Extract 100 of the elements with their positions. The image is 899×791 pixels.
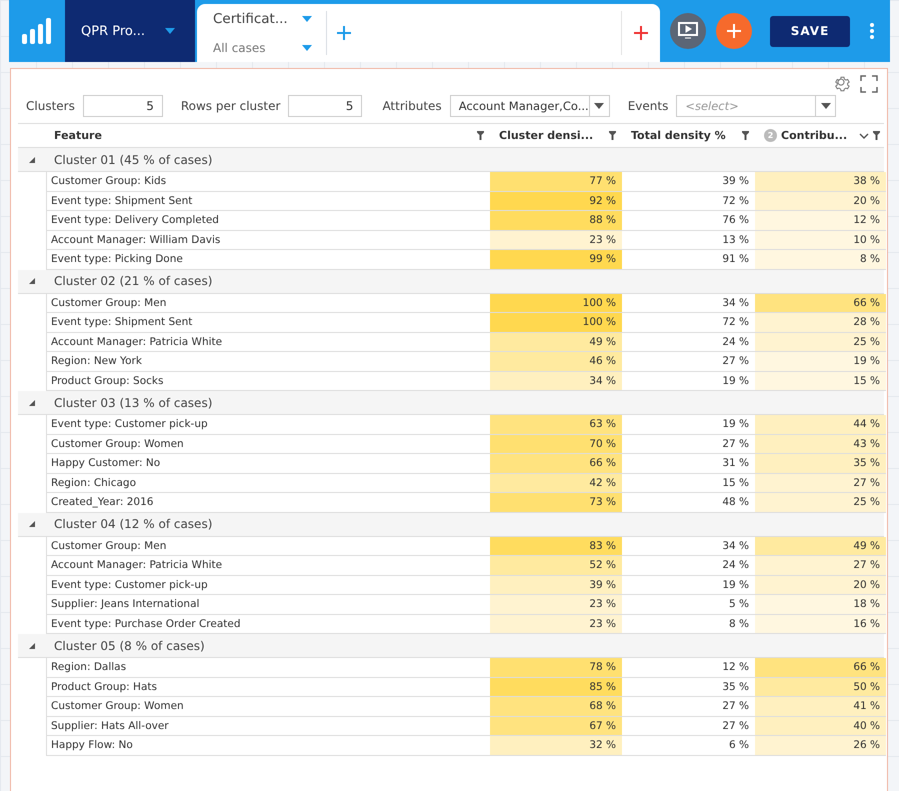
sort-order-badge: 2	[764, 129, 777, 142]
table-cell: 15 %	[622, 474, 755, 493]
table-cell: Customer Group: Women	[46, 697, 490, 716]
cluster-group-header[interactable]: Cluster 03 (13 % of cases)	[18, 391, 884, 415]
table-cell: Supplier: Jeans International	[46, 595, 490, 614]
add-button[interactable]	[716, 13, 752, 49]
presentation-button[interactable]	[670, 13, 706, 49]
save-button[interactable]: SAVE	[770, 16, 850, 46]
table-cell: 20 %	[755, 576, 886, 595]
plus-icon	[337, 26, 351, 40]
table-cell: Event type: Purchase Order Created	[46, 614, 490, 634]
table-cell: 66 %	[755, 294, 886, 313]
table-cell: Event type: Customer pick-up	[46, 415, 490, 434]
column-header[interactable]: Cluster densi...	[490, 124, 622, 147]
table-cell: 25 %	[755, 493, 886, 512]
table-cell: 35 %	[755, 454, 886, 474]
table-cell: Event type: Picking Done	[46, 250, 490, 270]
table-cell: 8 %	[755, 250, 886, 270]
table-cell: 52 %	[490, 556, 622, 576]
collapse-icon[interactable]	[29, 521, 35, 527]
table-cell: 66 %	[755, 658, 886, 678]
plus-icon	[727, 24, 741, 38]
table-cell: 42 %	[490, 474, 622, 493]
cluster-title: Cluster 01 (45 % of cases)	[53, 152, 212, 166]
table-cell: Account Manager: William Davis	[46, 230, 490, 250]
table-cell: 35 %	[622, 678, 755, 697]
table-cell: 73 %	[490, 493, 622, 512]
fullscreen-icon[interactable]	[860, 75, 878, 93]
collapse-icon[interactable]	[29, 400, 35, 406]
column-header[interactable]: Total density %	[622, 124, 755, 147]
clusters-input[interactable]: 5	[82, 95, 163, 117]
table-cell: 40 %	[755, 716, 886, 736]
table-cell: 92 %	[490, 192, 622, 211]
cluster-group-header[interactable]: Cluster 02 (21 % of cases)	[18, 270, 884, 294]
rows-per-cluster-input[interactable]: 5	[288, 95, 362, 117]
collapse-icon[interactable]	[29, 278, 35, 284]
filter-icon[interactable]	[742, 131, 749, 140]
table-cell: 32 %	[490, 736, 622, 756]
cluster-group-header[interactable]: Cluster 05 (8 % of cases)	[18, 634, 884, 658]
table-cell: 25 %	[755, 332, 886, 352]
table-cell: 99 %	[490, 250, 622, 270]
filter-icon[interactable]	[873, 131, 880, 140]
cluster-title: Cluster 05 (8 % of cases)	[53, 638, 205, 652]
table-cell: Region: Dallas	[46, 658, 490, 678]
table-cell: 8 %	[622, 614, 755, 634]
column-header[interactable]: Feature	[46, 124, 490, 147]
cluster-title: Cluster 03 (13 % of cases)	[53, 396, 212, 410]
collapse-icon[interactable]	[29, 156, 35, 162]
table-cell: 83 %	[490, 536, 622, 556]
filter-dropdown[interactable]: All cases	[213, 41, 312, 55]
column-header[interactable]: 2 Contribu...	[755, 124, 886, 147]
settings-icon[interactable]	[832, 75, 850, 93]
cluster-group-header[interactable]: Cluster 04 (12 % of cases)	[18, 512, 884, 536]
table-cell: Event type: Delivery Completed	[46, 211, 490, 230]
table-cell: Region: Chicago	[46, 474, 490, 493]
table-cell: Product Group: Socks	[46, 372, 490, 391]
table-cell: 39 %	[490, 576, 622, 595]
table-cell: 23 %	[490, 614, 622, 634]
table-cell: Customer Group: Men	[46, 294, 490, 313]
table-cell: 26 %	[755, 736, 886, 756]
table-cell: 27 %	[755, 556, 886, 576]
table-cell: Created_Year: 2016	[46, 493, 490, 512]
table-cell: 67 %	[490, 716, 622, 736]
cluster-title: Cluster 04 (12 % of cases)	[53, 517, 212, 531]
model-dropdown[interactable]: Certificat...	[213, 11, 312, 27]
table-cell: 63 %	[490, 415, 622, 434]
table-cell: 49 %	[755, 536, 886, 556]
table-cell: 46 %	[490, 352, 622, 372]
table-cell: Account Manager: Patricia White	[46, 332, 490, 352]
table-cell: 15 %	[755, 372, 886, 391]
table-cell: 34 %	[490, 372, 622, 391]
table-cell: 23 %	[490, 595, 622, 614]
table-cell: Account Manager: Patricia White	[46, 556, 490, 576]
table-cell: 88 %	[490, 211, 622, 230]
table-cell: 12 %	[755, 211, 886, 230]
collapse-icon[interactable]	[29, 642, 35, 648]
table-cell: 19 %	[622, 372, 755, 391]
table-cell: 27 %	[622, 716, 755, 736]
table-cell: 70 %	[490, 434, 622, 454]
cluster-title: Cluster 02 (21 % of cases)	[53, 274, 212, 288]
plus-icon	[634, 26, 648, 40]
table-cell: Happy Flow: No	[46, 736, 490, 756]
table-cell: 27 %	[755, 474, 886, 493]
caret-icon	[302, 45, 312, 51]
table-cell: 34 %	[622, 294, 755, 313]
sort-descending-icon[interactable]	[859, 132, 869, 138]
table-cell: 16 %	[755, 614, 886, 634]
table-cell: 20 %	[755, 192, 886, 211]
table-cell: 43 %	[755, 434, 886, 454]
table-cell: 18 %	[755, 595, 886, 614]
filter-icon[interactable]	[609, 131, 616, 140]
caret-icon	[165, 28, 175, 34]
table-cell: Supplier: Hats All-over	[46, 716, 490, 736]
table-cell: 49 %	[490, 332, 622, 352]
project-tab[interactable]: QPR Pro...	[65, 0, 195, 62]
table-cell: Customer Group: Women	[46, 434, 490, 454]
attributes-dropdown[interactable]: Account Manager,Co...	[450, 95, 610, 117]
table-cell: 34 %	[622, 536, 755, 556]
filter-icon[interactable]	[477, 131, 484, 140]
cluster-group-header[interactable]: Cluster 01 (45 % of cases)	[18, 148, 884, 172]
